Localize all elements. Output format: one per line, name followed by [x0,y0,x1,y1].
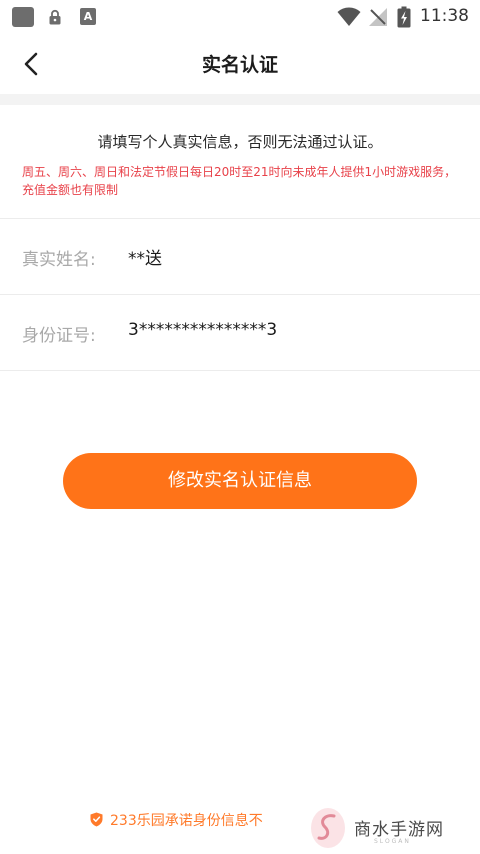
watermark-text: 商水手游网 [354,820,444,840]
watermark-logo-icon [311,808,345,848]
notice-text: 请填写个人真实信息，否则无法通过认证。 [97,133,383,151]
modify-verification-button[interactable]: 修改实名认证信息 [63,453,417,509]
app-icon [12,7,34,27]
section-divider [0,94,480,105]
wifi-icon [337,7,361,26]
lock-icon [49,9,61,25]
privacy-footer-text: 233乐园承诺身份信息不 [110,813,263,829]
watermark: 商水手游网 SLOGAN [308,806,480,850]
id-number-row: 身份证号: 3***************3 [0,294,480,371]
id-number-value: 3***************3 [128,320,278,340]
status-time: 11:38 [420,6,469,26]
shield-icon [90,812,103,827]
page-title: 实名认证 [201,54,278,76]
keyboard-icon: A [80,8,96,25]
signal-icon [369,8,387,26]
real-name-value: **送 [128,249,162,269]
real-name-row: 真实姓名: **送 [0,218,480,294]
real-name-label: 真实姓名: [22,250,96,270]
battery-icon [397,6,411,28]
id-number-label: 身份证号: [22,326,96,346]
minor-restriction-warning: 周五、周六、周日和法定节假日每日20时至21时向未成年人提供1小时游戏服务，充值… [22,165,457,197]
status-bar: A 11:38 [0,0,480,34]
header-bar: 实名认证 [0,34,480,94]
notice-section: 请填写个人真实信息，否则无法通过认证。 周五、周六、周日和法定节假日每日20时至… [0,105,480,217]
watermark-slogan: SLOGAN [374,838,411,845]
